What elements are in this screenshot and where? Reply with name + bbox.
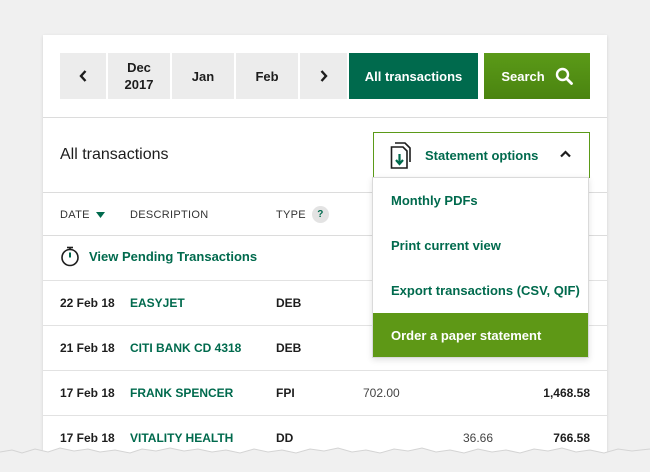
- column-header-description: DESCRIPTION: [130, 209, 208, 221]
- menu-item-order-paper-statement[interactable]: Order a paper statement: [373, 313, 588, 357]
- column-header-date[interactable]: DATE: [60, 209, 105, 221]
- chevron-right-icon: [320, 70, 328, 82]
- column-header-type-label: TYPE: [276, 208, 306, 221]
- stopwatch-icon: [61, 246, 79, 267]
- next-month-button[interactable]: [300, 53, 347, 99]
- statement-options-label: Statement options: [425, 148, 539, 163]
- month-button-jan[interactable]: Jan: [172, 53, 234, 99]
- statement-options-menu: Monthly PDFs Print current view Export t…: [372, 177, 589, 358]
- row-date: 22 Feb 18: [60, 296, 115, 310]
- menu-item-print-current-view[interactable]: Print current view: [373, 223, 588, 268]
- all-transactions-label: All transactions: [364, 68, 463, 84]
- menu-item-monthly-pdfs[interactable]: Monthly PDFs: [373, 178, 588, 223]
- row-type: DEB: [276, 341, 302, 355]
- table-row[interactable]: 17 Feb 18 FRANK SPENCER FPI 702.00 1,468…: [43, 370, 607, 415]
- column-header-type: TYPE ?: [276, 206, 329, 223]
- search-label: Search: [501, 68, 545, 84]
- month-year: 2017: [124, 77, 154, 92]
- column-header-description-label: DESCRIPTION: [130, 209, 209, 221]
- row-description[interactable]: FRANK SPENCER: [130, 386, 233, 400]
- all-transactions-button[interactable]: All transactions: [349, 53, 478, 99]
- page-title: All transactions: [60, 146, 169, 163]
- month-name: Jan: [191, 68, 215, 84]
- chevron-up-icon: [560, 150, 571, 158]
- view-pending-transactions-link[interactable]: View Pending Transactions: [60, 246, 257, 267]
- search-button[interactable]: Search: [484, 53, 590, 99]
- row-money-in: 702.00: [363, 386, 400, 400]
- column-header-date-label: DATE: [60, 209, 90, 221]
- previous-month-button[interactable]: [60, 53, 106, 99]
- type-help-icon[interactable]: ?: [311, 206, 329, 223]
- chevron-left-icon: [79, 70, 87, 82]
- row-type: FPI: [276, 386, 295, 400]
- view-pending-label: View Pending Transactions: [89, 249, 258, 264]
- month-button-feb[interactable]: Feb: [236, 53, 298, 99]
- menu-item-export-transactions[interactable]: Export transactions (CSV, QIF): [373, 268, 588, 313]
- row-balance: 1,468.58: [543, 386, 590, 400]
- row-description[interactable]: EASYJET: [130, 296, 185, 310]
- month-toolbar: Dec 2017 Jan Feb All transactions Search: [43, 35, 607, 118]
- row-date: 17 Feb 18: [60, 386, 115, 400]
- statement-options-button[interactable]: Statement options: [373, 132, 590, 178]
- row-description[interactable]: CITI BANK CD 4318: [130, 341, 241, 355]
- document-download-icon: [390, 142, 411, 169]
- row-date: 21 Feb 18: [60, 341, 115, 355]
- search-icon: [555, 67, 573, 85]
- month-button-dec-2017[interactable]: Dec 2017: [108, 53, 170, 99]
- sort-down-icon: [95, 211, 105, 218]
- torn-paper-edge: [0, 447, 650, 472]
- month-name: Feb: [255, 68, 279, 84]
- row-type: DEB: [276, 296, 302, 310]
- month-name: Dec: [127, 60, 151, 75]
